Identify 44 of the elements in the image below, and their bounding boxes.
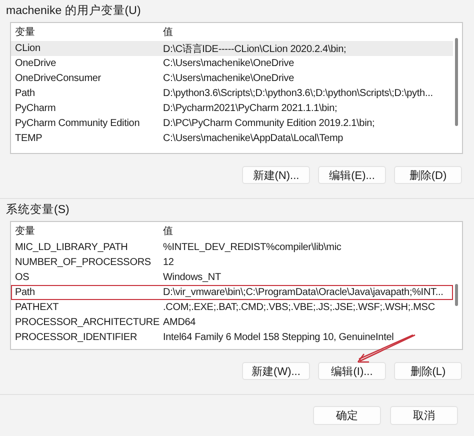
table-cell[interactable]: Windows_NT <box>163 272 221 283</box>
table-cell-text: CLion <box>14 43 42 54</box>
table-cell[interactable]: PROCESSOR_IDENTIFIER <box>11 332 163 343</box>
column-header[interactable]: 变量 <box>11 25 163 39</box>
table-cell[interactable]: 12 <box>163 257 174 268</box>
table-cell[interactable]: C:\Users\machenike\OneDrive <box>163 73 294 84</box>
table-cell[interactable]: PROCESSOR_ARCHITECTURE <box>11 317 163 328</box>
column-header[interactable]: 值 <box>163 25 173 39</box>
action-button[interactable]: 删除(D) <box>394 166 462 184</box>
table-cell[interactable]: C:\Users\machenike\OneDrive <box>163 58 294 69</box>
table-cell[interactable]: OneDrive <box>11 58 163 69</box>
table-cell[interactable]: OS <box>11 272 163 283</box>
table-cell-text: Path <box>14 287 36 298</box>
table-cell[interactable]: %INTEL_DEV_REDIST%compiler\lib\mic <box>163 242 342 253</box>
table-cell[interactable]: NUMBER_OF_PROCESSORS <box>11 257 163 268</box>
table-cell[interactable]: Path <box>11 88 163 99</box>
outlined-row[interactable]: Path D:\vir_vmware\bin\;C:\ProgramData\Oracle\Java\javapath;%INT... <box>11 285 453 300</box>
action-button[interactable]: 编辑(E)... <box>318 166 386 184</box>
table-cell[interactable]: PyCharm Community Edition <box>11 118 163 129</box>
action-button[interactable]: 删除(L) <box>394 362 462 380</box>
dialog-button[interactable]: 确定 <box>313 406 381 425</box>
table-cell-text: D:\C语言IDE-----CLion\CLion 2020.2.4\bin; <box>163 42 346 56</box>
group-label: 系统变量(S) <box>5 202 70 216</box>
table-cell[interactable]: PATHEXT <box>11 302 163 313</box>
selected-row[interactable]: CLion D:\C语言IDE-----CLion\CLion 2020.2.4\bin; <box>11 41 453 56</box>
table-cell: D:\vir_vmware\bin\;C:\ProgramData\Oracle\Java\javapath;%INT... <box>163 287 444 298</box>
action-button[interactable]: 新建(N)... <box>242 166 310 184</box>
group-label: machenike 的用户变量(U) <box>5 3 142 17</box>
table-cell[interactable]: D:\python3.6\Scripts\;D:\python3.6\;D:\python\Scripts\;D:\pyth... <box>163 88 433 99</box>
table-cell[interactable]: D:\Pycharm2021\PyCharm 2021.1.1\bin; <box>163 103 338 114</box>
table-cell[interactable]: TEMP <box>11 133 163 144</box>
table-cell[interactable]: C:\Users\machenike\AppData\Local\Temp <box>163 133 344 144</box>
table-cell[interactable]: OneDriveConsumer <box>11 73 163 84</box>
column-header[interactable]: 值 <box>163 224 173 238</box>
table-cell[interactable]: D:\PC\PyCharm Community Edition 2019.2.1\bin; <box>163 118 375 129</box>
action-button[interactable]: 新建(W)... <box>242 362 310 380</box>
column-header[interactable]: 变量 <box>11 224 163 238</box>
dialog-button[interactable]: 取消 <box>390 406 458 425</box>
table-cell[interactable]: PyCharm <box>11 103 163 114</box>
action-button[interactable]: 编辑(I)... <box>318 362 386 380</box>
table-cell[interactable]: MIC_LD_LIBRARY_PATH <box>11 242 163 253</box>
table-cell[interactable]: .COM;.EXE;.BAT;.CMD;.VBS;.VBE;.JS;.JSE;.WSF;.WSH;.MSC <box>163 302 435 313</box>
table-cell[interactable]: Intel64 Family 6 Model 158 Stepping 10, GenuineIntel <box>163 332 394 343</box>
table-cell[interactable]: AMD64 <box>163 317 196 328</box>
